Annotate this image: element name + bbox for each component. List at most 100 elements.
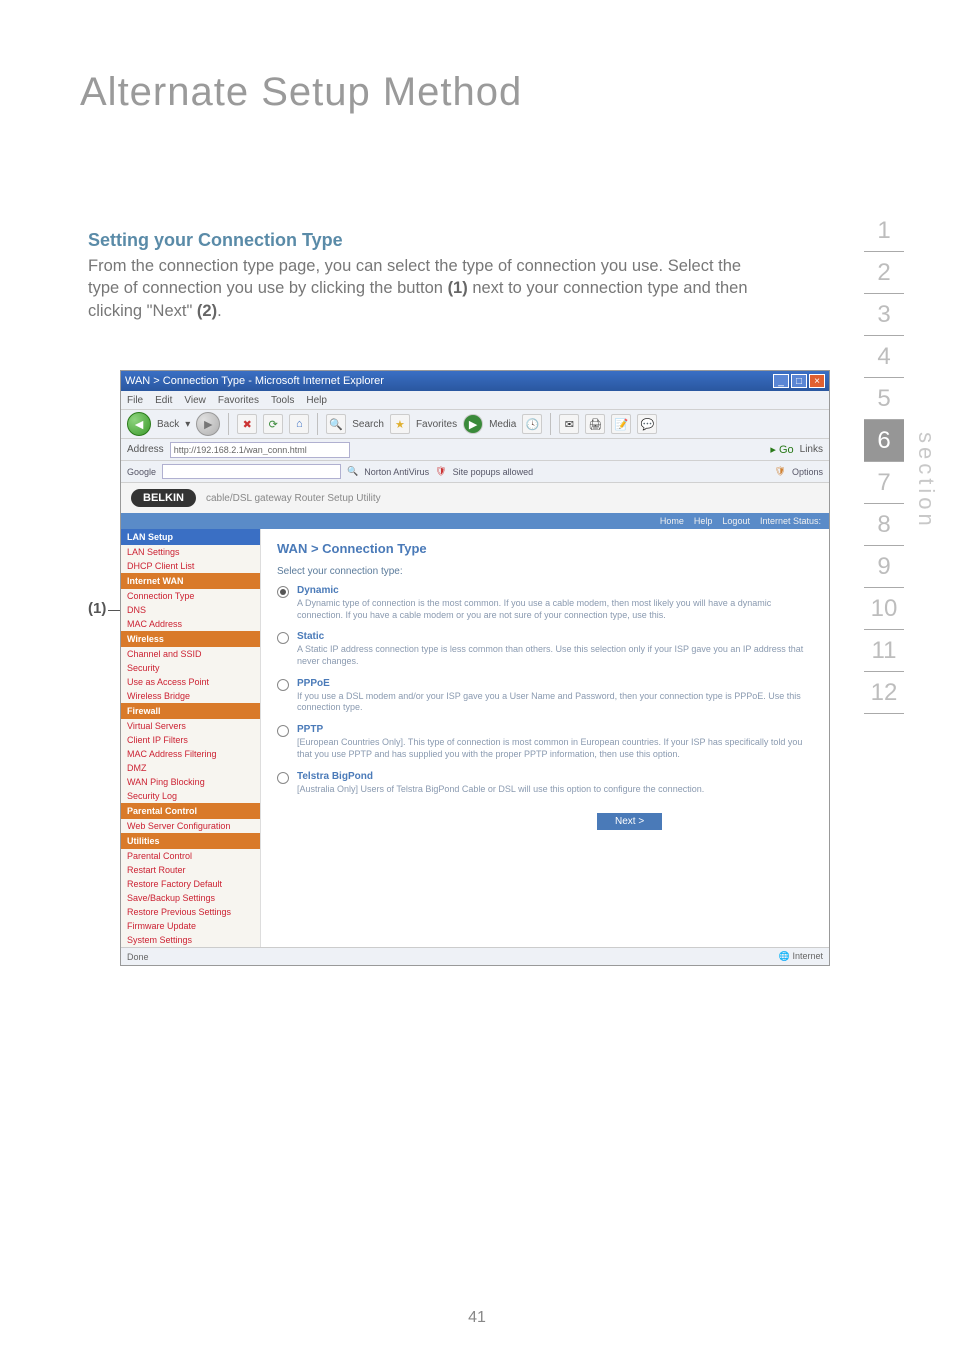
connection-type-radio[interactable] [277,725,289,737]
option-desc: [Australia Only] Users of Telstra BigPon… [297,784,704,796]
nav-item[interactable]: Security Log [121,789,260,803]
router-topbar: Home Help Logout Internet Status: [121,513,829,529]
refresh-icon[interactable]: ⟳ [263,414,283,434]
connection-type-radio[interactable] [277,632,289,644]
tab-2[interactable]: 2 [864,252,904,294]
history-icon[interactable]: 🕓 [522,414,542,434]
home-icon[interactable]: ⌂ [289,414,309,434]
favorites-label: Favorites [416,419,457,430]
nav-item[interactable]: MAC Address [121,617,260,631]
address-input[interactable] [170,442,350,458]
nav-item[interactable]: System Settings [121,933,260,947]
nav-item[interactable]: Restart Router [121,863,260,877]
tab-8[interactable]: 8 [864,504,904,546]
nav-item[interactable]: LAN Settings [121,545,260,559]
search-icon[interactable]: 🔍 [326,414,346,434]
window-title: WAN > Connection Type - Microsoft Intern… [125,375,384,387]
tab-4[interactable]: 4 [864,336,904,378]
window-maximize-button[interactable]: □ [791,374,807,388]
tab-6[interactable]: 6 [864,420,904,462]
go-button[interactable]: ▸ Go [770,443,793,456]
connection-type-radio[interactable] [277,772,289,784]
tab-12[interactable]: 12 [864,672,904,714]
browser-window: WAN > Connection Type - Microsoft Intern… [120,370,830,966]
tab-10[interactable]: 10 [864,588,904,630]
nav-item[interactable]: Wireless Bridge [121,689,260,703]
tab-5[interactable]: 5 [864,378,904,420]
mail-icon[interactable]: ✉ [559,414,579,434]
connection-type-radio[interactable] [277,679,289,691]
menu-favorites[interactable]: Favorites [218,395,259,406]
nav-item[interactable]: Client IP Filters [121,733,260,747]
tab-1[interactable]: 1 [864,210,904,252]
print-icon[interactable]: 🖨 [585,414,605,434]
nav-item[interactable]: Web Server Configuration [121,819,260,833]
window-titlebar: WAN > Connection Type - Microsoft Intern… [121,371,829,391]
dropdown-icon[interactable]: ▾ [185,419,190,430]
media-label: Media [489,419,516,430]
nav-item[interactable]: Use as Access Point [121,675,260,689]
norton-label: Norton AntiVirus [364,467,429,477]
popup-blocked[interactable]: Site popups allowed [453,467,534,477]
status-zone: Internet [792,951,823,961]
topbar-help[interactable]: Help [694,516,713,526]
nav-item[interactable]: DHCP Client List [121,559,260,573]
google-toolbar: Google 🔍 Norton AntiVirus 🛡 Site popups … [121,461,829,483]
nav-item[interactable]: Parental Control [121,849,260,863]
nav-item[interactable]: Channel and SSID [121,647,260,661]
router-tagline: cable/DSL gateway Router Setup Utility [206,493,381,504]
google-input[interactable] [162,464,341,479]
tab-7[interactable]: 7 [864,462,904,504]
nav-item[interactable]: MAC Address Filtering [121,747,260,761]
section-label: section [913,432,939,530]
edit-icon[interactable]: 📝 [611,414,631,434]
window-close-button[interactable]: × [809,374,825,388]
next-button[interactable]: Next > [597,813,662,830]
menu-view[interactable]: View [184,395,206,406]
discuss-icon[interactable]: 💬 [637,414,657,434]
tab-3[interactable]: 3 [864,294,904,336]
nav-item[interactable]: DMZ [121,761,260,775]
nav-item[interactable]: Virtual Servers [121,719,260,733]
router-header: BELKIN cable/DSL gateway Router Setup Ut… [121,483,829,513]
nav-item[interactable]: Restore Previous Settings [121,905,260,919]
menu-help[interactable]: Help [306,395,327,406]
menu-edit[interactable]: Edit [155,395,172,406]
norton-options[interactable]: Options [792,467,823,477]
internet-zone-icon: 🌐 [779,951,790,961]
nav-item[interactable]: Connection Type [121,589,260,603]
nav-item[interactable]: Restore Factory Default [121,877,260,891]
connection-type-radio[interactable] [277,586,289,598]
nav-item[interactable]: Firmware Update [121,919,260,933]
nav-item[interactable]: Save/Backup Settings [121,891,260,905]
menu-file[interactable]: File [127,395,143,406]
nav-item[interactable]: Security [121,661,260,675]
toolbar: ◄ Back ▾ ► ✖ ⟳ ⌂ 🔍 Search ★ Favorites ▶ … [121,409,829,439]
search-label: Search [352,419,384,430]
nav-item[interactable]: DNS [121,603,260,617]
ref-2: (2) [197,302,217,320]
option-desc: A Static IP address connection type is l… [297,644,813,667]
tab-11[interactable]: 11 [864,630,904,672]
menubar: File Edit View Favorites Tools Help [121,391,829,409]
stop-icon[interactable]: ✖ [237,414,257,434]
back-button[interactable]: ◄ [127,412,151,436]
option-desc: If you use a DSL modem and/or your ISP g… [297,691,813,714]
topbar-home[interactable]: Home [660,516,684,526]
menu-tools[interactable]: Tools [271,395,294,406]
topbar-logout[interactable]: Logout [722,516,750,526]
search-web-icon[interactable]: 🔍 [347,466,358,477]
option-label: Telstra BigPond [297,771,704,782]
window-minimize-button[interactable]: _ [773,374,789,388]
option-label: Static [297,631,813,642]
favorites-icon[interactable]: ★ [390,414,410,434]
forward-button[interactable]: ► [196,412,220,436]
body-paragraph: From the connection type page, you can s… [88,255,768,322]
links-label[interactable]: Links [800,444,823,455]
tab-9[interactable]: 9 [864,546,904,588]
media-icon[interactable]: ▶ [463,414,483,434]
page-title: Alternate Setup Method [80,70,522,115]
nav-item[interactable]: WAN Ping Blocking [121,775,260,789]
option-desc: A Dynamic type of connection is the most… [297,598,813,621]
status-done: Done [127,952,149,962]
